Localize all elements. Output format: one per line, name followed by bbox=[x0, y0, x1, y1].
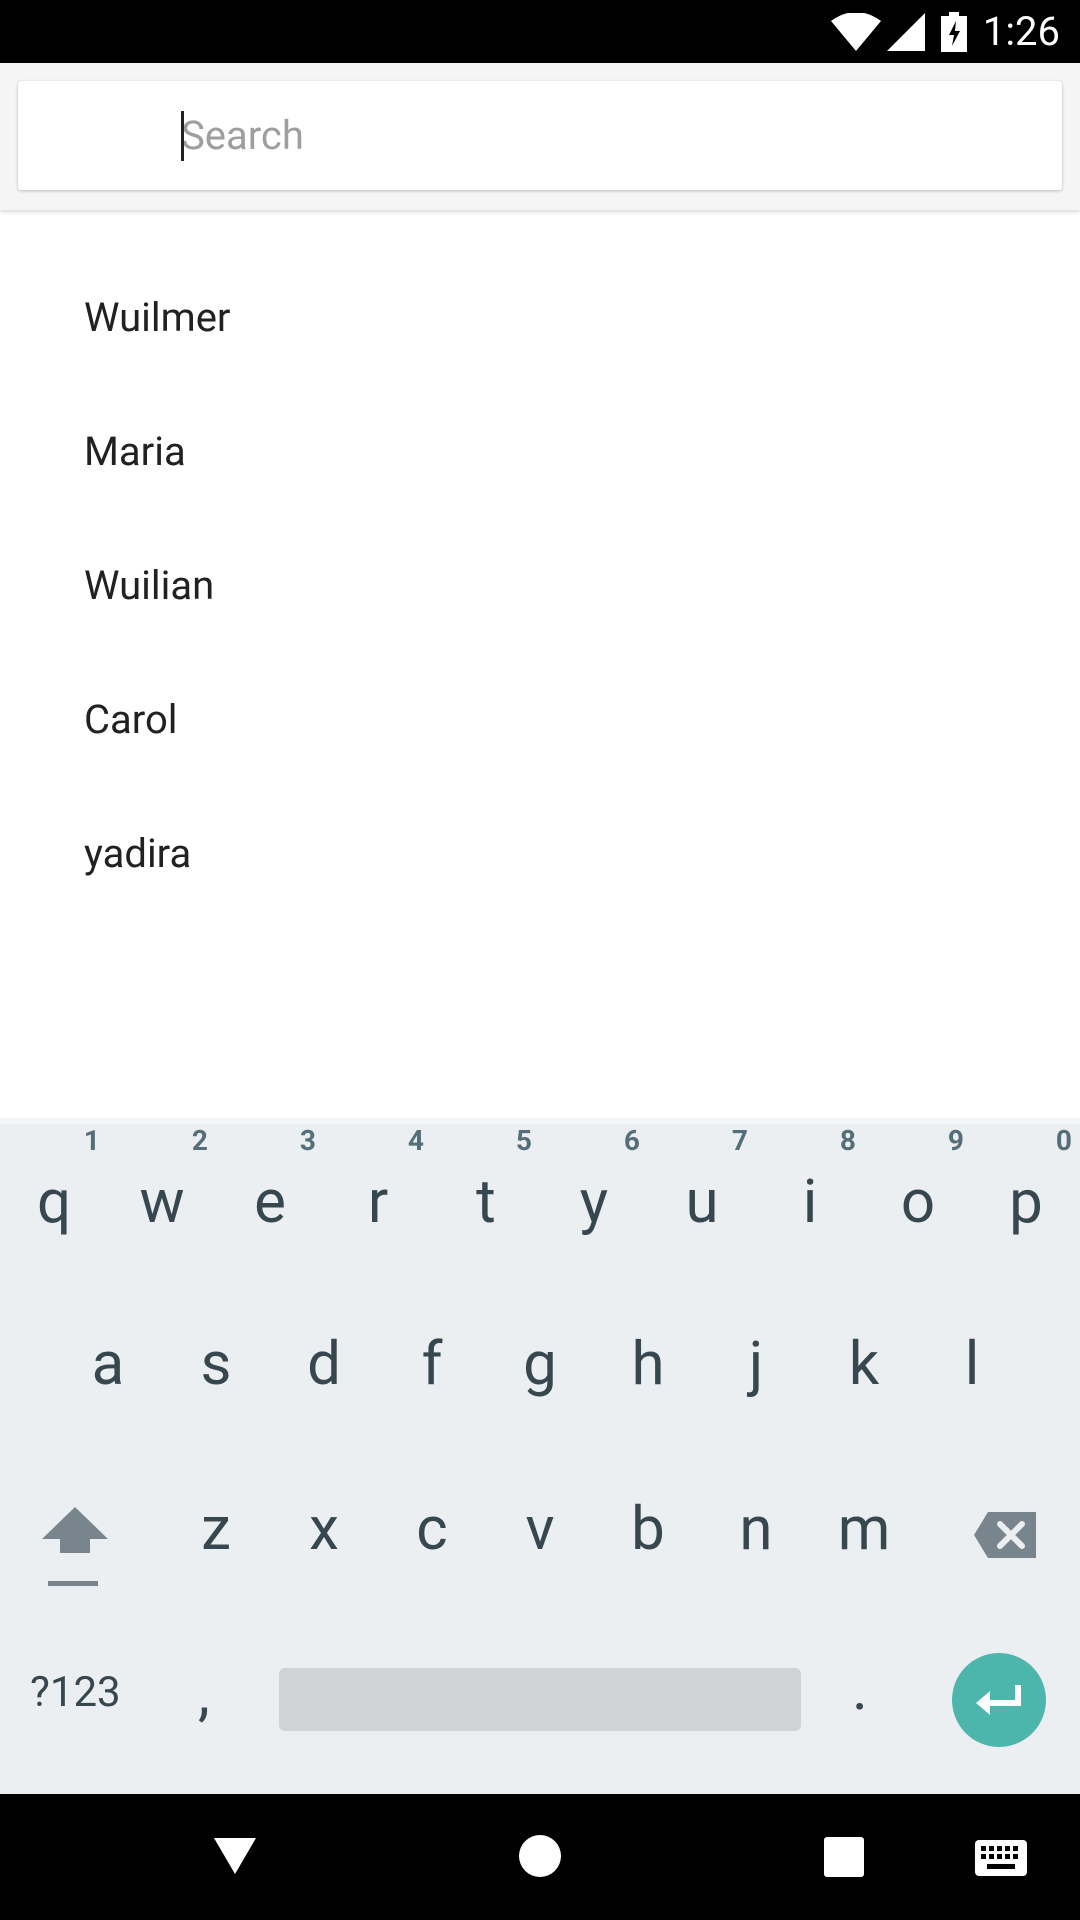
soft-keyboard: 1q 2w 3e 4r 5t 6y 7u 8i 9o 0p a s d f g … bbox=[0, 1118, 1080, 1794]
keyboard-switch-icon[interactable] bbox=[975, 1840, 1027, 1876]
key-t[interactable]: 5t bbox=[432, 1124, 540, 1237]
home-icon[interactable] bbox=[518, 1834, 562, 1878]
list-item[interactable]: Maria bbox=[0, 384, 1080, 518]
comma-key[interactable]: , bbox=[198, 1658, 210, 1729]
key-r[interactable]: 4r bbox=[324, 1124, 432, 1237]
signal-icon bbox=[886, 13, 925, 51]
status-time: 1:26 bbox=[982, 8, 1060, 55]
key-n[interactable]: n bbox=[702, 1493, 810, 1564]
space-key[interactable] bbox=[279, 1668, 801, 1731]
key-c[interactable]: c bbox=[378, 1493, 486, 1564]
key-f[interactable]: f bbox=[378, 1328, 486, 1399]
list-item[interactable]: Wuilian bbox=[0, 518, 1080, 652]
key-h[interactable]: h bbox=[594, 1328, 702, 1399]
recents-icon[interactable] bbox=[824, 1837, 864, 1877]
key-i[interactable]: 8i bbox=[756, 1124, 864, 1237]
key-k[interactable]: k bbox=[810, 1328, 918, 1399]
key-b[interactable]: b bbox=[594, 1493, 702, 1564]
enter-key[interactable] bbox=[952, 1653, 1046, 1747]
symbols-key[interactable]: ?123 bbox=[30, 1668, 121, 1717]
key-q[interactable]: 1q bbox=[0, 1124, 108, 1237]
key-s[interactable]: s bbox=[162, 1328, 270, 1399]
search-input[interactable] bbox=[181, 103, 1041, 167]
key-d[interactable]: d bbox=[270, 1328, 378, 1399]
key-o[interactable]: 9o bbox=[864, 1124, 972, 1237]
navigation-bar bbox=[0, 1794, 1080, 1920]
text-cursor bbox=[181, 111, 184, 161]
results-list: Wuilmer Maria Wuilian Carol yadira bbox=[0, 250, 1080, 920]
key-p[interactable]: 0p bbox=[972, 1124, 1080, 1237]
list-item[interactable]: yadira bbox=[0, 786, 1080, 920]
list-item[interactable]: Carol bbox=[0, 652, 1080, 786]
key-e[interactable]: 3e bbox=[216, 1124, 324, 1237]
key-x[interactable]: x bbox=[270, 1493, 378, 1564]
period-key[interactable]: . bbox=[852, 1653, 868, 1724]
key-m[interactable]: m bbox=[810, 1493, 918, 1564]
enter-icon bbox=[976, 1685, 1021, 1715]
shift-icon[interactable] bbox=[38, 1503, 112, 1587]
key-w[interactable]: 2w bbox=[108, 1124, 216, 1237]
key-g[interactable]: g bbox=[486, 1328, 594, 1399]
wifi-icon bbox=[830, 13, 881, 51]
key-y[interactable]: 6y bbox=[540, 1124, 648, 1237]
key-u[interactable]: 7u bbox=[648, 1124, 756, 1237]
key-l[interactable]: l bbox=[918, 1328, 1026, 1399]
status-bar: 1:26 bbox=[0, 0, 1080, 63]
search-card bbox=[18, 81, 1062, 190]
list-item[interactable]: Wuilmer bbox=[0, 250, 1080, 384]
back-icon[interactable] bbox=[212, 1836, 258, 1876]
backspace-icon[interactable] bbox=[972, 1510, 1038, 1560]
battery-charging-icon bbox=[940, 12, 967, 52]
key-j[interactable]: j bbox=[702, 1328, 810, 1399]
key-z[interactable]: z bbox=[162, 1493, 270, 1564]
search-bar bbox=[0, 63, 1080, 210]
key-a[interactable]: a bbox=[54, 1328, 162, 1399]
key-v[interactable]: v bbox=[486, 1493, 594, 1564]
